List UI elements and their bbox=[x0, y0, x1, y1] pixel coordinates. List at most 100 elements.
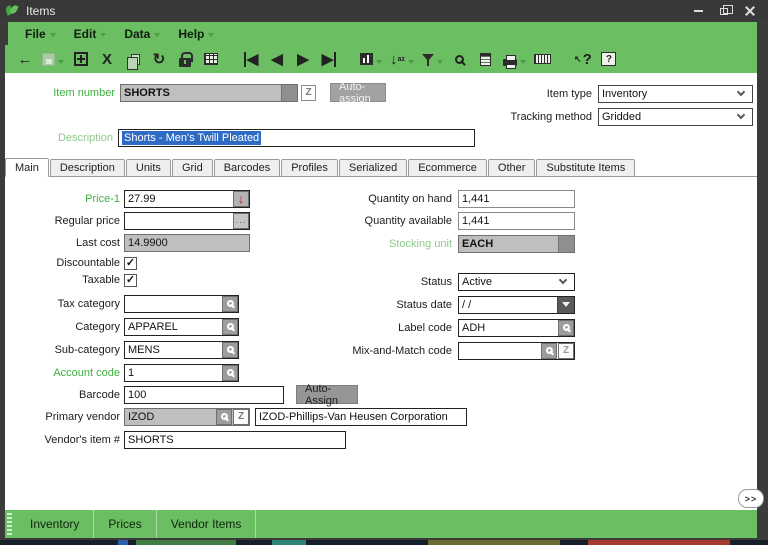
item-type-select[interactable]: Inventory bbox=[598, 84, 753, 103]
bottom-tab-vendor-items[interactable]: Vendor Items bbox=[157, 510, 257, 538]
item-number-zoom-button[interactable]: Z bbox=[301, 84, 316, 101]
minimize-button[interactable] bbox=[690, 4, 706, 18]
price1-field[interactable]: 27.99 ↓ bbox=[124, 189, 250, 208]
mix-match-field[interactable]: Z bbox=[458, 341, 575, 360]
regular-price-more-button[interactable]: ... bbox=[233, 212, 249, 229]
check-icon: ✓ bbox=[125, 256, 136, 269]
category-row: Category APPAREL bbox=[0, 317, 239, 336]
tab-profiles[interactable]: Profiles bbox=[281, 159, 338, 176]
delete-icon: X bbox=[101, 50, 112, 68]
bottom-tab-prices[interactable]: Prices bbox=[94, 510, 157, 538]
menu-data[interactable]: Data bbox=[115, 22, 169, 45]
status-row: Status Active bbox=[300, 272, 575, 291]
item-number-field[interactable]: SHORTS bbox=[120, 83, 298, 102]
expand-panel-button[interactable]: >> bbox=[738, 489, 764, 508]
help-button[interactable]: ? bbox=[598, 47, 620, 71]
back-button[interactable]: ← bbox=[14, 47, 36, 71]
sort-arrow-glyph: ↓ bbox=[390, 50, 398, 68]
grid-edit-button[interactable] bbox=[200, 47, 222, 71]
context-help-arrow: ↖ bbox=[574, 53, 582, 64]
barcode-field[interactable]: 100 bbox=[124, 385, 284, 404]
tab-description[interactable]: Description bbox=[49, 159, 125, 176]
account-code-lookup-button[interactable] bbox=[222, 364, 238, 381]
auto-assign-button[interactable]: Auto-assign bbox=[330, 81, 386, 105]
refresh-icon: ↻ bbox=[152, 50, 166, 68]
status-date-row: Status date / / bbox=[300, 295, 575, 314]
barcode-button[interactable] bbox=[532, 47, 554, 71]
primary-vendor-zoom-button[interactable]: Z bbox=[233, 408, 249, 425]
restore-button[interactable] bbox=[716, 4, 733, 18]
lock-button[interactable] bbox=[174, 47, 196, 71]
context-help-button[interactable]: ↖? bbox=[572, 47, 594, 71]
last-record-button[interactable]: ▶ bbox=[318, 47, 340, 71]
status-date-value: / / bbox=[462, 298, 472, 311]
next-record-button[interactable]: ▶ bbox=[292, 47, 314, 71]
category-value: APPAREL bbox=[128, 320, 178, 333]
regular-price-field[interactable]: ... bbox=[124, 211, 250, 230]
previous-record-button[interactable]: ◀ bbox=[266, 47, 288, 71]
search-button[interactable] bbox=[449, 47, 471, 71]
vendors-item-field[interactable]: SHORTS bbox=[124, 430, 346, 449]
primary-vendor-field[interactable]: IZOD Z bbox=[124, 407, 250, 426]
grip-handle[interactable] bbox=[7, 513, 12, 535]
tax-category-label: Tax category bbox=[57, 297, 120, 310]
discountable-checkbox[interactable]: ✓ bbox=[124, 256, 137, 270]
tab-serialized[interactable]: Serialized bbox=[338, 159, 408, 176]
account-code-field[interactable]: 1 bbox=[124, 363, 239, 382]
status-select[interactable]: Active bbox=[458, 272, 575, 291]
print-button[interactable] bbox=[501, 47, 528, 71]
menu-help[interactable]: Help bbox=[169, 22, 223, 45]
description-field[interactable]: Shorts - Men's Twill Pleated bbox=[118, 128, 475, 147]
menubar: File Edit Data Help bbox=[8, 22, 757, 45]
magnifier-icon bbox=[226, 323, 234, 330]
barcode-auto-assign-button[interactable]: Auto-Assign bbox=[296, 383, 358, 407]
category-lookup-button[interactable] bbox=[222, 318, 238, 335]
refresh-button[interactable]: ↻ bbox=[148, 47, 170, 71]
mix-match-zoom-button[interactable]: Z bbox=[558, 342, 574, 359]
sort-button[interactable]: ↓ az bbox=[388, 47, 416, 71]
category-label: Category bbox=[75, 320, 120, 333]
label-code-lookup-button[interactable] bbox=[558, 319, 574, 336]
mix-match-lookup-button[interactable] bbox=[541, 342, 557, 359]
menu-edit[interactable]: Edit bbox=[65, 22, 116, 45]
tab-grid[interactable]: Grid bbox=[171, 159, 213, 176]
tab-other[interactable]: Other bbox=[487, 159, 536, 176]
filter-button[interactable] bbox=[420, 47, 445, 71]
price-level-button[interactable]: ↓ bbox=[233, 190, 249, 207]
tab-ecommerce[interactable]: Ecommerce bbox=[408, 159, 487, 176]
tab-main[interactable]: Main bbox=[5, 158, 49, 177]
toolbar: ← X ↻ ◀ ◀ ▶ ▶ ↓ az ↖? ? bbox=[5, 45, 757, 73]
category-field[interactable]: APPAREL bbox=[124, 317, 239, 336]
menu-file-label: File bbox=[25, 26, 46, 41]
status-date-field[interactable]: / / bbox=[458, 295, 575, 314]
tab-barcodes[interactable]: Barcodes bbox=[213, 159, 281, 176]
label-code-field[interactable]: ADH bbox=[458, 318, 575, 337]
delete-button[interactable]: X bbox=[96, 47, 118, 71]
tax-category-field[interactable] bbox=[124, 294, 239, 313]
status-date-dropdown-button[interactable] bbox=[557, 296, 574, 313]
taxable-checkbox[interactable]: ✓ bbox=[124, 273, 137, 287]
discountable-label: Discountable bbox=[56, 257, 120, 269]
primary-vendor-lookup-button[interactable] bbox=[216, 408, 232, 425]
item-type-label: Item type bbox=[546, 87, 592, 100]
bottom-tab-inventory[interactable]: Inventory bbox=[16, 510, 95, 538]
vendors-item-value: SHORTS bbox=[128, 433, 174, 446]
print-icon bbox=[502, 55, 517, 69]
chart-button[interactable] bbox=[358, 47, 384, 71]
tracking-method-select[interactable]: Gridded bbox=[598, 107, 753, 126]
stocking-unit-field-cap bbox=[558, 235, 574, 252]
close-button[interactable] bbox=[742, 4, 758, 18]
status-label: Status bbox=[420, 275, 452, 288]
sub-category-field[interactable]: MENS bbox=[124, 340, 239, 359]
notes-button[interactable] bbox=[475, 47, 497, 71]
tab-units[interactable]: Units bbox=[125, 159, 171, 176]
bottom-tab-bar: Inventory Prices Vendor Items bbox=[5, 510, 757, 538]
first-record-button[interactable]: ◀ bbox=[240, 47, 262, 71]
add-button[interactable] bbox=[70, 47, 92, 71]
tab-substitute-items[interactable]: Substitute Items bbox=[536, 159, 636, 176]
save-button[interactable] bbox=[40, 47, 66, 71]
menu-file[interactable]: File bbox=[16, 22, 65, 45]
copy-button[interactable] bbox=[122, 47, 144, 71]
tax-category-lookup-button[interactable] bbox=[222, 295, 238, 312]
sub-category-lookup-button[interactable] bbox=[222, 341, 238, 358]
